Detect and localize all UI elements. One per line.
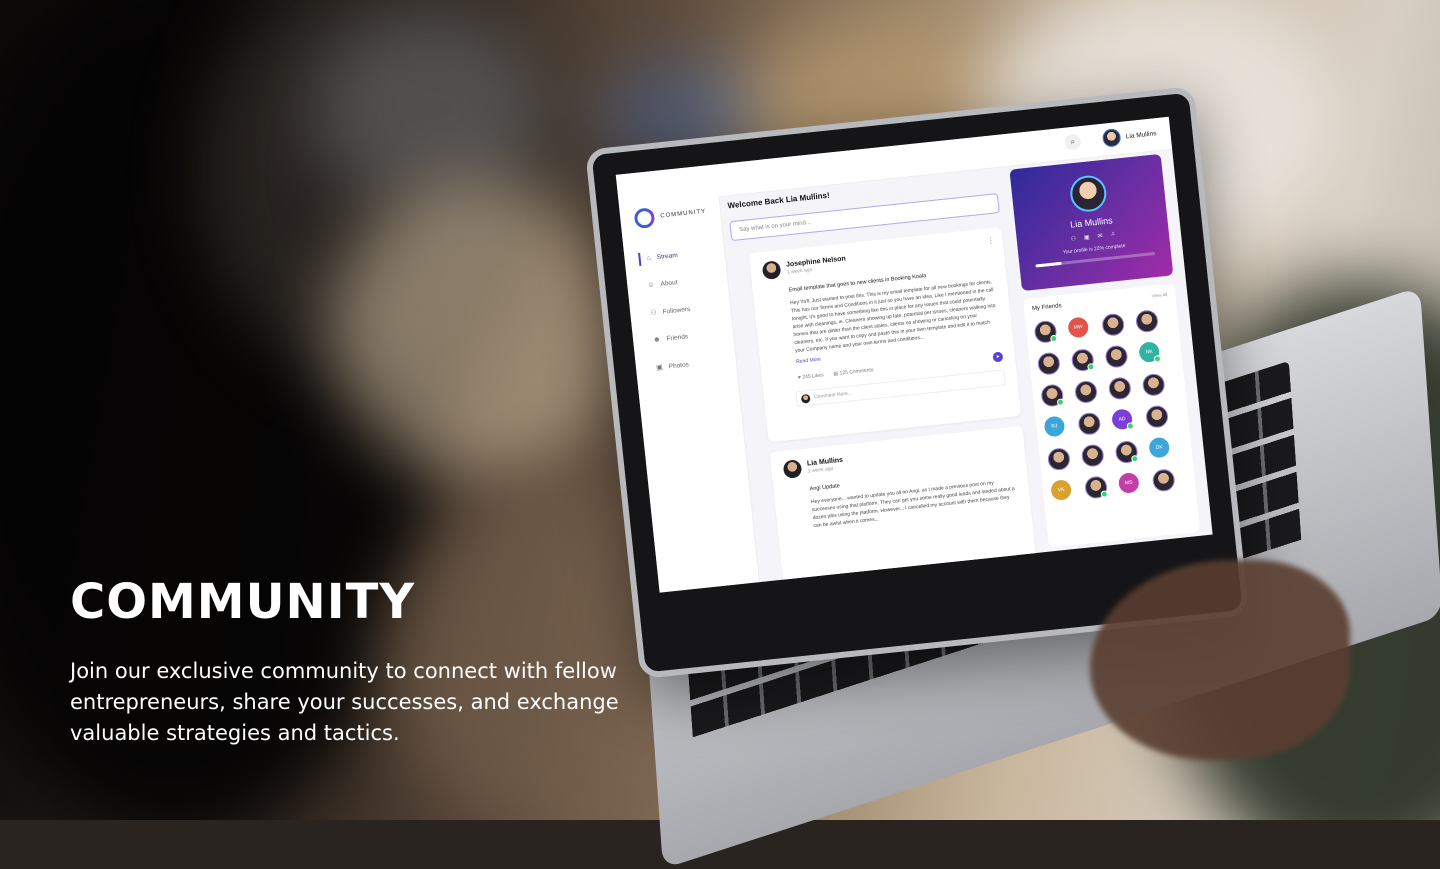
post-card: ⋮ Josephine Nelson 1 week ago Email temp… (748, 226, 1022, 443)
online-status-icon (1049, 334, 1058, 343)
brand-name: COMMUNITY (660, 208, 707, 220)
like-count: 245 Likes (802, 372, 824, 381)
author-avatar[interactable] (782, 459, 803, 479)
friend-avatar[interactable]: MW (1067, 316, 1090, 339)
friend-avatar[interactable]: AD (1111, 408, 1135, 431)
friend-avatar[interactable] (1036, 351, 1061, 376)
sidebar-item-label: Photos (668, 360, 690, 370)
heart-icon: ♥ (797, 374, 802, 381)
avatar (800, 393, 811, 404)
friend-avatar[interactable]: DK (1148, 436, 1171, 459)
friend-avatar[interactable] (1070, 348, 1095, 373)
online-status-icon (1126, 422, 1135, 430)
online-status-icon (1130, 454, 1139, 463)
friend-avatar[interactable]: VK (1050, 479, 1073, 502)
friend-avatar[interactable]: NK (1138, 341, 1162, 364)
hero-description: Join our exclusive community to connect … (70, 659, 619, 745)
friend-initials: MS (1124, 479, 1133, 487)
friend-avatar[interactable] (1144, 404, 1170, 429)
friends-panel: My Friends View All MW NK RJ AD DK VK MS (1022, 283, 1201, 548)
like-button[interactable]: ♥ 245 Likes (798, 372, 824, 381)
friend-avatar[interactable]: RJ (1043, 415, 1066, 438)
more-options-icon[interactable]: ⋮ (986, 236, 995, 246)
search-button[interactable]: ⌕ (1064, 133, 1082, 151)
sidebar-item-label: Followers (662, 305, 691, 316)
user-name: Lia Mullins (1125, 129, 1157, 140)
friend-avatar[interactable] (1077, 411, 1102, 436)
friend-initials: DK (1155, 444, 1164, 451)
sidebar-item-stream[interactable]: ⌂ Stream (638, 247, 692, 266)
friend-initials: MW (1073, 323, 1083, 331)
friend-avatar[interactable] (1134, 309, 1160, 334)
followers-icon: ⚇ (650, 309, 658, 318)
friend-avatar[interactable] (1104, 344, 1129, 369)
user-menu[interactable]: Lia Mullins (1102, 124, 1157, 148)
friends-grid: MW NK RJ AD DK VK MS (1033, 308, 1187, 503)
friend-avatar[interactable] (1080, 443, 1105, 468)
sidebar-item-label: Friends (666, 333, 689, 343)
friend-avatar[interactable] (1073, 379, 1099, 405)
friend-initials: AD (1118, 415, 1126, 423)
friends-icon: ☻ (652, 336, 661, 344)
sidebar-nav: ⌂ Stream ☺ About ⚇ Followers ☻ Friends ▣ Photos (638, 247, 703, 376)
avatar (1102, 127, 1122, 148)
author-avatar[interactable] (761, 260, 782, 281)
view-all-link[interactable]: View All (1151, 292, 1167, 300)
logo-mark-icon (633, 207, 656, 230)
comments-button[interactable]: ▤ 125 Comments (833, 367, 873, 377)
sidebar-item-friends[interactable]: ☻ Friends (647, 329, 700, 347)
friend-avatar[interactable] (1114, 439, 1139, 465)
friend-avatar[interactable] (1141, 372, 1166, 397)
friend-avatar[interactable] (1151, 468, 1176, 493)
send-icon: ➤ (995, 353, 1001, 361)
friend-avatar[interactable] (1040, 383, 1065, 408)
friend-avatar[interactable] (1046, 447, 1072, 472)
online-status-icon (1100, 490, 1109, 498)
comment-placeholder: Comment Here... (813, 390, 853, 401)
search-icon: ⌕ (1070, 136, 1076, 147)
sidebar-item-photos[interactable]: ▣ Photos (649, 356, 702, 375)
photo-icon: ▣ (655, 364, 664, 372)
friend-initials: NK (1145, 348, 1153, 356)
sidebar-item-label: Stream (656, 251, 679, 262)
hero-title: COMMUNITY (70, 574, 416, 630)
app-screen: COMMUNITY ⌂ Stream ☺ About ⚇ Followers ☻ Friend… (615, 116, 1213, 593)
friend-avatar[interactable] (1107, 376, 1132, 401)
followers-icon[interactable]: ⚇ (1070, 235, 1076, 243)
profile-progress-fill (1035, 261, 1063, 268)
online-status-icon (1056, 398, 1065, 407)
sidebar-item-label: About (660, 279, 678, 288)
online-status-icon (1153, 354, 1162, 363)
bell-icon[interactable]: ♫ (1110, 231, 1115, 238)
friend-avatar[interactable]: MS (1117, 471, 1140, 494)
profile-card: Lia Mullins ⚇ ▣ ✉ ♫ Your profile is 22% … (1009, 153, 1174, 292)
comment-count: 125 Comments (839, 367, 874, 377)
post-card: Lia Mullins 1 week ago Angi Update Hey e… (769, 425, 1037, 592)
sidebar-item-about[interactable]: ☺ About (641, 274, 694, 292)
home-icon: ⌂ (646, 254, 652, 263)
online-status-icon (1087, 362, 1095, 371)
user-icon: ☺ (647, 281, 656, 290)
friend-initials: RJ (1051, 423, 1058, 430)
friend-avatar[interactable] (1033, 319, 1058, 344)
friends-title: My Friends (1031, 303, 1062, 313)
comment-icon: ▤ (833, 370, 839, 378)
friend-avatar[interactable] (1083, 475, 1109, 500)
compose-placeholder: Say what is on your mind... (738, 219, 812, 234)
friend-initials: VK (1057, 486, 1065, 494)
profile-avatar[interactable] (1068, 173, 1109, 214)
send-button[interactable]: ➤ (992, 351, 1004, 363)
photo-icon[interactable]: ▣ (1084, 234, 1090, 242)
friend-avatar[interactable] (1101, 312, 1126, 337)
message-icon[interactable]: ✉ (1097, 232, 1103, 239)
brand-logo[interactable]: COMMUNITY (633, 202, 707, 230)
sidebar-item-followers[interactable]: ⚇ Followers (644, 301, 697, 320)
